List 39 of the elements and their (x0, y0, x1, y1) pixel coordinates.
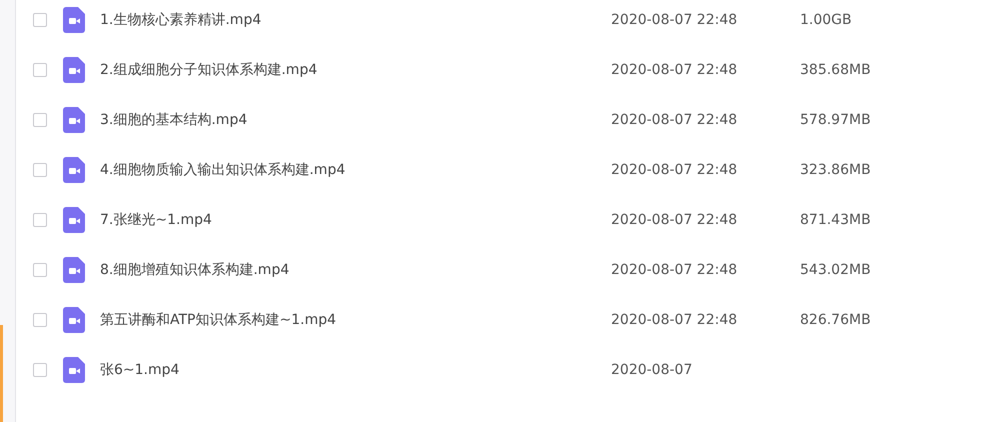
file-name[interactable]: 7.张继光~1.mp4 (100, 211, 611, 229)
video-file-icon (63, 157, 85, 183)
file-size: 826.76MB (800, 312, 871, 328)
modified-date: 2020-08-07 22:48 (611, 262, 738, 278)
checkbox[interactable] (33, 113, 47, 127)
video-file-icon (63, 107, 85, 133)
video-file-icon (63, 57, 85, 83)
modified-date: 2020-08-07 22:48 (611, 12, 738, 28)
video-file-icon (63, 257, 85, 283)
file-size: 543.02MB (800, 262, 871, 278)
video-file-icon (63, 307, 85, 333)
modified-date: 2020-08-07 22:48 (611, 112, 738, 128)
file-name[interactable]: 4.细胞物质输入输出知识体系构建.mp4 (100, 161, 611, 179)
file-name[interactable]: 2.组成细胞分子知识体系构建.mp4 (100, 61, 611, 79)
file-name[interactable]: 1.生物核心素养精讲.mp4 (100, 11, 611, 29)
modified-date: 2020-08-07 22:48 (611, 162, 738, 178)
file-name[interactable]: 张6~1.mp4 (100, 361, 611, 379)
checkbox[interactable] (33, 63, 47, 77)
checkbox[interactable] (33, 13, 47, 27)
file-size: 871.43MB (800, 212, 871, 228)
file-name[interactable]: 8.细胞增殖知识体系构建.mp4 (100, 261, 611, 279)
file-size: 385.68MB (800, 62, 871, 78)
video-file-icon (63, 357, 85, 383)
file-name[interactable]: 3.细胞的基本结构.mp4 (100, 111, 611, 129)
video-file-icon (63, 207, 85, 233)
checkbox[interactable] (33, 263, 47, 277)
file-size: 1.00GB (800, 12, 852, 28)
checkbox[interactable] (33, 213, 47, 227)
checkbox[interactable] (33, 313, 47, 327)
modified-date: 2020-08-07 22:48 (611, 212, 738, 228)
modified-date: 2020-08-07 22:48 (611, 312, 738, 328)
checkbox[interactable] (33, 163, 47, 177)
video-file-icon (63, 7, 85, 33)
modified-date: 2020-08-07 22:48 (611, 62, 738, 78)
checkbox[interactable] (33, 363, 47, 377)
file-size: 578.97MB (800, 112, 871, 128)
file-size: 323.86MB (800, 162, 871, 178)
modified-date: 2020-08-07 (611, 362, 694, 378)
file-name[interactable]: 第五讲酶和ATP知识体系构建~1.mp4 (100, 311, 611, 329)
